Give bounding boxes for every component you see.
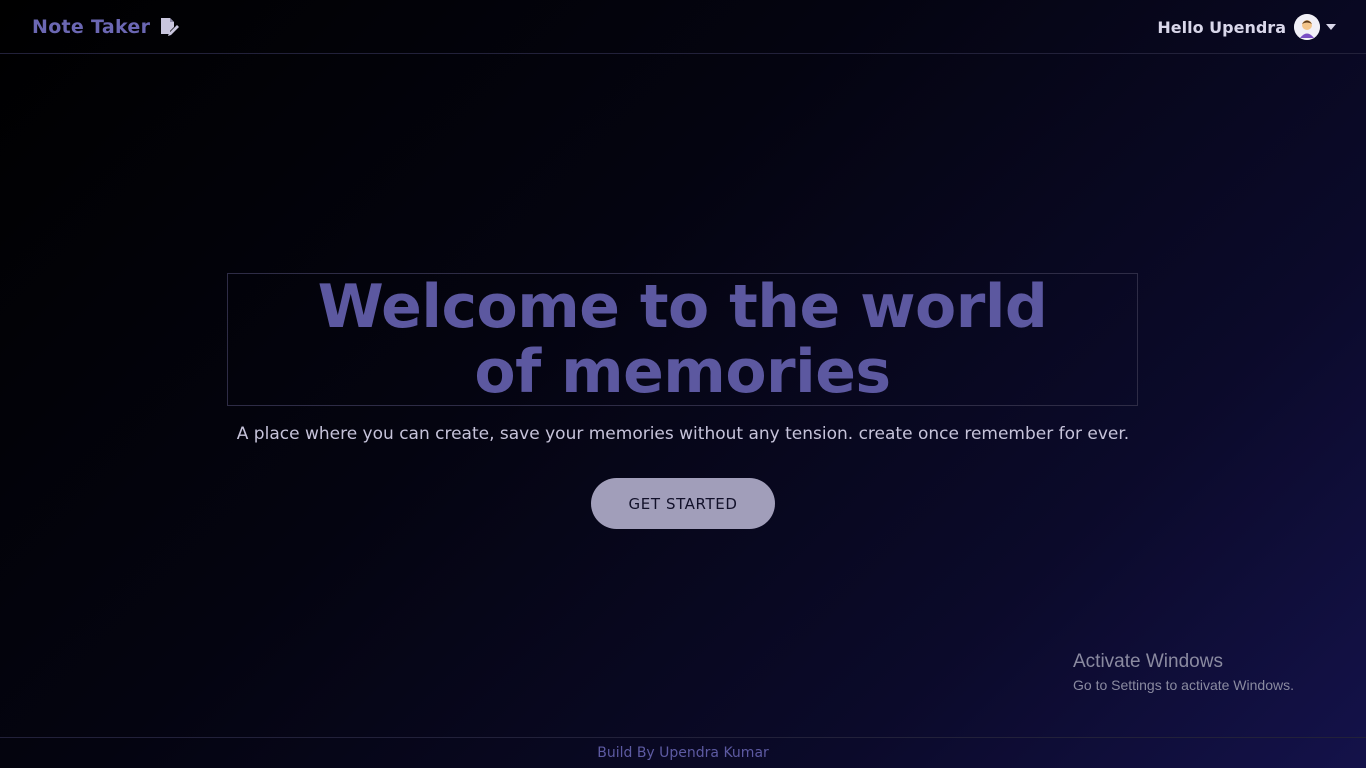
hero-title-box: Welcome to the world of memories (227, 273, 1138, 406)
note-edit-icon (158, 16, 180, 38)
brand-name: Note Taker (32, 16, 151, 38)
footer: Build By Upendra Kumar (0, 737, 1366, 768)
hero-tagline: A place where you can create, save your … (236, 424, 1130, 444)
navbar: Note Taker Hello Upendra (0, 0, 1366, 54)
greeting-text: Hello Upendra (1157, 17, 1286, 37)
activate-windows-title: Activate Windows (1073, 651, 1223, 672)
caret-down-icon[interactable] (1326, 24, 1336, 30)
hero-title: Welcome to the world of memories (317, 271, 1048, 407)
user-menu[interactable]: Hello Upendra (1157, 13, 1336, 41)
footer-credit: Build By Upendra Kumar (597, 745, 769, 761)
activate-windows-subtitle: Go to Settings to activate Windows. (1073, 677, 1294, 693)
windows-activation-watermark: Activate Windows Go to Settings to activ… (1073, 650, 1294, 696)
user-avatar-icon[interactable] (1294, 14, 1320, 40)
get-started-button[interactable]: GET STARTED (591, 478, 775, 529)
brand-logo[interactable]: Note Taker (32, 14, 180, 40)
